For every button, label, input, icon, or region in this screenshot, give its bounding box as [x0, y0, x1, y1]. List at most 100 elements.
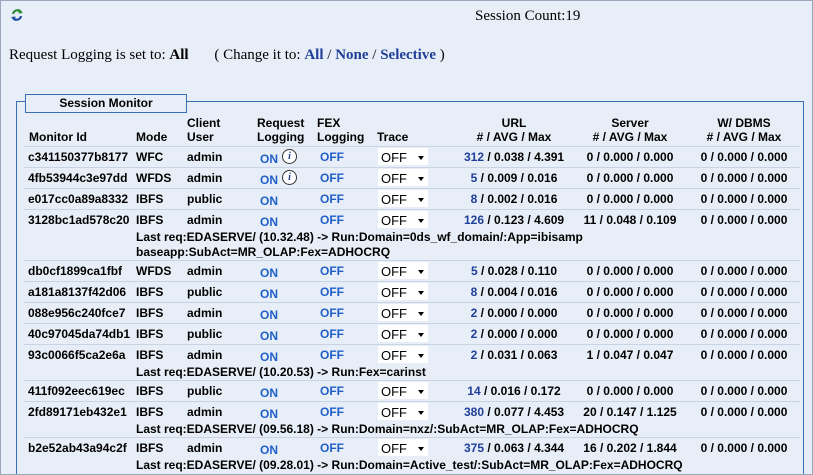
session-row: c341150377b8177 WFC admin ON i OFF OFF 312 / 0.… [24, 146, 800, 168]
server-stats: 0 / 0.000 / 0.000 [586, 384, 674, 398]
dbms-stats: 0 / 0.000 / 0.000 [700, 213, 788, 227]
dbms-stats: 0 / 0.000 / 0.000 [700, 327, 788, 341]
change-suffix: ) [436, 47, 445, 63]
server-stats: 0 / 0.000 / 0.000 [586, 306, 674, 320]
fex-logging-toggle[interactable]: OFF [320, 405, 344, 419]
chevron-down-icon [418, 354, 424, 358]
trace-value: OFF [381, 405, 407, 420]
dbms-stats: 0 / 0.000 / 0.000 [700, 192, 788, 206]
fex-logging-toggle[interactable]: OFF [320, 171, 344, 185]
request-logging-toggle[interactable]: ON [260, 215, 278, 229]
url-avg-max: / 0.123 / 4.609 [484, 213, 565, 227]
fex-logging-toggle[interactable]: OFF [320, 306, 344, 320]
request-logging-toggle[interactable]: ON [260, 266, 278, 280]
request-logging-cell: ON [260, 443, 278, 457]
info-icon[interactable]: i [282, 170, 297, 185]
client-user: admin [187, 348, 223, 362]
fex-logging-toggle[interactable]: OFF [320, 192, 344, 206]
url-stats: 8 / 0.002 / 0.016 [464, 192, 564, 206]
chevron-down-icon [418, 312, 424, 316]
request-logging-toggle[interactable]: ON [260, 194, 278, 208]
url-avg-max: / 0.000 / 0.000 [477, 306, 558, 320]
server-stats: 0 / 0.000 / 0.000 [586, 171, 674, 185]
trace-value: OFF [381, 264, 407, 279]
url-count-link[interactable]: 375 [464, 441, 484, 455]
request-logging-toggle[interactable]: ON [260, 173, 278, 187]
trace-select[interactable]: OFF [378, 148, 428, 165]
dbms-stats: 0 / 0.000 / 0.000 [700, 150, 788, 164]
trace-select[interactable]: OFF [378, 283, 428, 300]
server-stats: 20 / 0.147 / 1.125 [583, 405, 677, 419]
request-logging-toggle[interactable]: ON [260, 287, 278, 301]
url-count-link[interactable]: 5 [471, 264, 478, 278]
header-server-stats: # / AVG / Max [592, 130, 668, 144]
trace-select[interactable]: OFF [378, 304, 428, 321]
request-logging-toggle[interactable]: ON [260, 329, 278, 343]
request-logging-toggle[interactable]: ON [260, 308, 278, 322]
refresh-icon[interactable] [10, 8, 24, 22]
trace-value: OFF [381, 150, 407, 165]
request-logging-cell: ON [260, 329, 278, 343]
dbms-stats: 0 / 0.000 / 0.000 [700, 384, 788, 398]
trace-value: OFF [381, 192, 407, 207]
request-logging-toggle[interactable]: ON [260, 386, 278, 400]
server-stats: 0 / 0.000 / 0.000 [586, 285, 674, 299]
request-logging-toggle[interactable]: ON [260, 152, 278, 166]
session-count: Session Count:19 [475, 8, 581, 24]
header-trace: Trace [377, 130, 409, 144]
session-row: 3128bc1ad578c20 IBFS admin ON OFF OFF 126 / 0.… [24, 209, 800, 261]
trace-select[interactable]: OFF [378, 190, 428, 207]
url-count-link[interactable]: 312 [464, 150, 484, 164]
set-logging-all-link[interactable]: All [304, 47, 323, 63]
trace-select[interactable]: OFF [378, 346, 428, 363]
trace-select[interactable]: OFF [378, 262, 428, 279]
url-count-link[interactable]: 380 [464, 405, 484, 419]
fex-logging-toggle[interactable]: OFF [320, 348, 344, 362]
session-mode: IBFS [136, 384, 164, 398]
url-count-link[interactable]: 14 [467, 384, 480, 398]
session-mode: IBFS [136, 441, 164, 455]
chevron-down-icon [418, 333, 424, 337]
request-logging-toggle[interactable]: ON [260, 407, 278, 421]
header-monitor-id: Monitor Id [29, 130, 87, 144]
fex-logging-toggle[interactable]: OFF [320, 285, 344, 299]
header-url-stats: # / AVG / Max [476, 130, 552, 144]
url-avg-max: / 0.031 / 0.063 [477, 348, 558, 362]
fex-logging-toggle[interactable]: OFF [320, 441, 344, 455]
logging-label: Request Logging is set to: [9, 47, 166, 63]
url-stats: 2 / 0.000 / 0.000 [464, 327, 564, 341]
trace-value: OFF [381, 213, 407, 228]
url-stats: 5 / 0.009 / 0.016 [464, 171, 564, 185]
trace-select[interactable]: OFF [378, 439, 428, 456]
client-user: public [187, 285, 223, 299]
session-mode: IBFS [136, 306, 164, 320]
trace-select[interactable]: OFF [378, 211, 428, 228]
change-prefix: ( Change it to: [214, 47, 301, 63]
monitor-id: 3128bc1ad578c20 [28, 213, 130, 227]
set-logging-none-link[interactable]: None [335, 47, 368, 63]
trace-select[interactable]: OFF [378, 403, 428, 420]
fex-logging-toggle[interactable]: OFF [320, 213, 344, 227]
request-logging-toggle[interactable]: ON [260, 350, 278, 364]
header-request-logging: Logging [257, 130, 305, 144]
info-icon[interactable]: i [282, 149, 297, 164]
set-logging-selective-link[interactable]: Selective [380, 47, 436, 63]
request-logging-cell: ON [260, 308, 278, 322]
fex-logging-toggle[interactable]: OFF [320, 264, 344, 278]
session-mode: IBFS [136, 327, 164, 341]
trace-select[interactable]: OFF [378, 169, 428, 186]
session-row: db0cf1899ca1fbf WFDS admin ON OFF OFF 5 / 0.02… [24, 260, 800, 282]
fex-logging-toggle[interactable]: OFF [320, 327, 344, 341]
url-stats: 14 / 0.016 / 0.172 [464, 384, 564, 398]
fex-logging-toggle[interactable]: OFF [320, 150, 344, 164]
trace-select[interactable]: OFF [378, 382, 428, 399]
url-count-link[interactable]: 126 [464, 213, 484, 227]
trace-select[interactable]: OFF [378, 325, 428, 342]
header-fex-logging: Logging [317, 130, 365, 144]
fex-logging-toggle[interactable]: OFF [320, 384, 344, 398]
request-logging-toggle[interactable]: ON [260, 443, 278, 457]
link-separator: / [368, 47, 381, 63]
session-mode: IBFS [136, 192, 164, 206]
url-avg-max: / 0.002 / 0.016 [477, 192, 558, 206]
request-logging-cell: ON [260, 386, 278, 400]
